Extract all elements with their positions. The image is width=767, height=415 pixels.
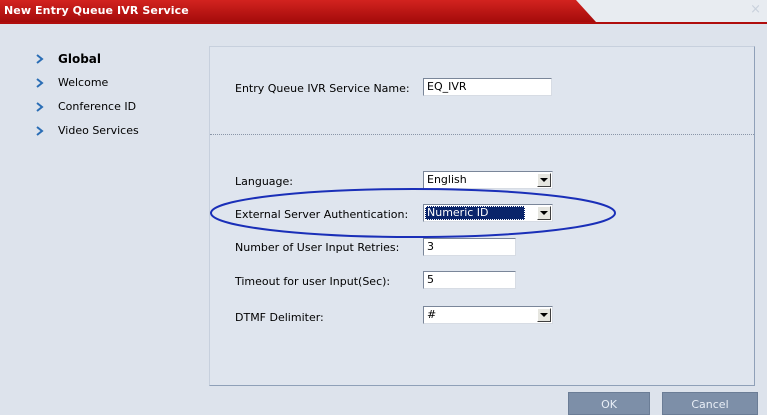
- title-bar: New Entry Queue IVR Service ×: [0, 0, 767, 22]
- chevron-right-icon: [36, 98, 48, 116]
- service-name-input[interactable]: EQ_IVR: [423, 78, 552, 96]
- dtmf-value: #: [427, 308, 437, 321]
- dtmf-label: DTMF Delimiter:: [235, 311, 324, 324]
- language-value: English: [427, 173, 467, 186]
- chevron-down-icon[interactable]: [537, 308, 551, 322]
- chevron-right-icon: [36, 74, 48, 92]
- service-name-label: Entry Queue IVR Service Name:: [235, 82, 410, 95]
- language-label: Language:: [235, 175, 293, 188]
- sidebar-nav: Global Welcome Conference ID Video Servi…: [36, 50, 186, 146]
- sidebar-item-video-services[interactable]: Video Services: [36, 122, 186, 146]
- sidebar-item-label: Video Services: [58, 124, 139, 137]
- window-title: New Entry Queue IVR Service: [4, 4, 189, 17]
- close-icon[interactable]: ×: [750, 3, 761, 17]
- external-auth-select[interactable]: Numeric ID: [423, 204, 553, 222]
- language-select[interactable]: English: [423, 171, 553, 189]
- sidebar-item-label: Conference ID: [58, 100, 137, 113]
- sidebar-item-label: Global: [58, 52, 102, 66]
- retries-input[interactable]: 3: [423, 238, 516, 256]
- timeout-label: Timeout for user Input(Sec):: [235, 275, 391, 288]
- cancel-button[interactable]: Cancel: [662, 392, 758, 415]
- timeout-input[interactable]: 5: [423, 271, 516, 289]
- chevron-right-icon: [36, 122, 48, 140]
- chevron-down-icon[interactable]: [537, 173, 551, 187]
- sidebar-item-welcome[interactable]: Welcome: [36, 74, 186, 98]
- settings-panel: Entry Queue IVR Service Name: EQ_IVR Lan…: [209, 46, 755, 386]
- dtmf-select[interactable]: #: [423, 306, 553, 324]
- section-divider: [210, 134, 754, 135]
- chevron-right-icon: [36, 50, 48, 68]
- ok-button[interactable]: OK: [568, 392, 650, 415]
- chevron-down-icon[interactable]: [537, 206, 551, 220]
- sidebar-item-conference-id[interactable]: Conference ID: [36, 98, 186, 122]
- sidebar-item-label: Welcome: [58, 76, 109, 89]
- sidebar-item-global[interactable]: Global: [36, 50, 186, 74]
- retries-label: Number of User Input Retries:: [235, 241, 400, 254]
- external-auth-label: External Server Authentication:: [235, 208, 409, 221]
- external-auth-value: Numeric ID: [425, 206, 525, 220]
- title-underline: [0, 22, 767, 24]
- dialog-window: New Entry Queue IVR Service × Global Wel…: [0, 0, 767, 415]
